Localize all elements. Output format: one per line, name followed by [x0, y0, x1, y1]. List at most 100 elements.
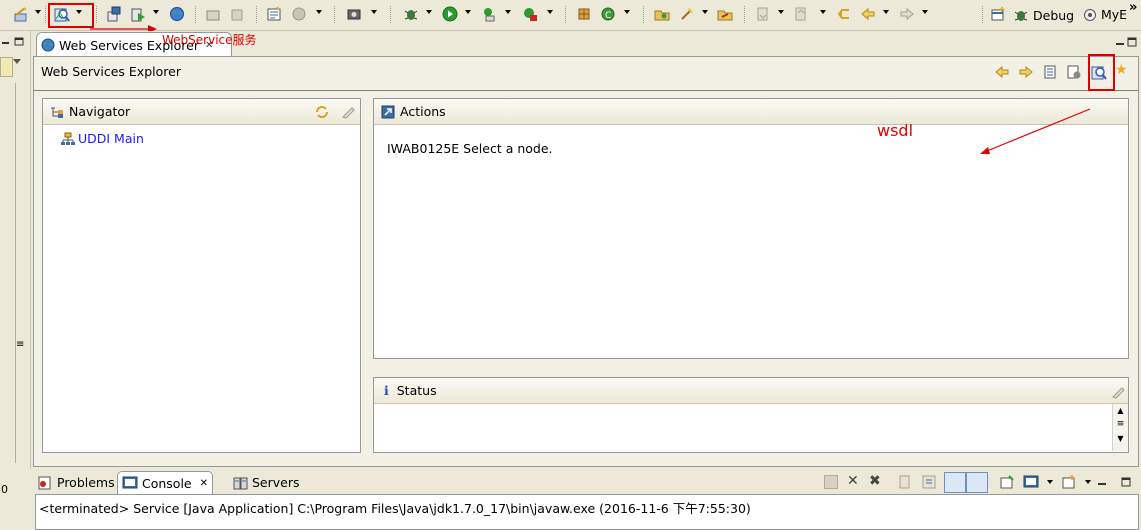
remove-launch-icon[interactable]: ✕	[847, 473, 859, 489]
navigator-icon	[51, 107, 63, 118]
chevron-down-icon[interactable]	[426, 10, 432, 14]
explorer-header: Web Services Explorer ★	[34, 54, 1138, 91]
remove-all-icon[interactable]: ✖	[869, 473, 881, 489]
toolbar-separator	[565, 6, 567, 23]
scroll-thumb[interactable]: ≡	[1113, 417, 1128, 432]
open-type-icon[interactable]	[653, 5, 671, 23]
maximize-icon[interactable]	[1127, 36, 1137, 50]
history-icon[interactable]	[1042, 64, 1058, 83]
close-icon[interactable]: ✕	[200, 478, 208, 489]
chevron-down-icon[interactable]	[1085, 480, 1091, 484]
coverage-icon[interactable]	[480, 5, 498, 23]
package-explorer-icon[interactable]	[0, 57, 13, 77]
forward-icon[interactable]	[898, 5, 916, 23]
perspective-debug-label: Debug	[1033, 7, 1075, 23]
status-scrollbar[interactable]: ▲ ≡ ▼	[1112, 404, 1128, 451]
tab-problems[interactable]: Problems	[37, 472, 115, 493]
console-output[interactable]: <terminated> Service [Java Application] …	[35, 494, 1139, 530]
chevron-down-icon[interactable]	[505, 10, 511, 14]
tree-item-uddi-main[interactable]: UDDI Main	[60, 131, 144, 146]
favorites-icon[interactable]: ★	[1115, 62, 1128, 78]
toolbar-separator	[982, 6, 984, 23]
last-edit-icon[interactable]	[835, 5, 853, 23]
tab-servers[interactable]: Servers	[232, 472, 300, 493]
chevron-down-icon[interactable]	[35, 10, 41, 14]
chevron-down-icon[interactable]	[624, 10, 630, 14]
back-icon[interactable]	[859, 5, 877, 23]
clear-icon[interactable]	[340, 104, 356, 123]
scroll-up-icon[interactable]: ▲	[1113, 404, 1128, 417]
perspective-mye[interactable]: MyE	[1083, 7, 1127, 22]
open-perspective-icon[interactable]	[989, 5, 1007, 23]
open-icon[interactable]	[204, 5, 222, 23]
sash-handle[interactable]: ≡	[16, 339, 24, 350]
open-console-icon[interactable]	[1061, 474, 1077, 493]
toolbar-separator	[45, 6, 47, 23]
toolbar-separator	[744, 6, 746, 23]
camera-icon[interactable]	[345, 5, 363, 23]
word-wrap-toggle[interactable]	[944, 472, 966, 493]
highlight-box	[1088, 54, 1115, 91]
package-icon[interactable]	[575, 5, 593, 23]
toolbar-separator	[195, 6, 197, 23]
chevron-down-icon[interactable]	[778, 10, 784, 14]
forward-icon[interactable]	[1018, 64, 1034, 83]
chevron-down-icon[interactable]	[820, 10, 826, 14]
chevron-down-icon[interactable]	[1047, 480, 1053, 484]
web-services-explorer-page: Web Services Explorer ★ Navigator UDDI M…	[33, 54, 1139, 467]
scroll-down-icon[interactable]: ▼	[1113, 432, 1128, 445]
webservice-annotation: WebService服务	[162, 33, 257, 47]
run-icon[interactable]	[441, 5, 459, 23]
terminate-icon[interactable]	[824, 475, 838, 489]
clear-console-icon[interactable]	[897, 474, 913, 493]
new-project-icon[interactable]	[265, 5, 283, 23]
next-annotation-icon[interactable]	[754, 5, 772, 23]
info-icon: i	[384, 383, 389, 398]
perspective-overflow[interactable]: »	[1129, 0, 1137, 15]
navigator-header: Navigator	[43, 99, 360, 125]
minimize-icon[interactable]	[1115, 36, 1125, 50]
run-server-icon[interactable]	[129, 5, 147, 23]
toolbar-separator	[256, 6, 258, 23]
minimize-icon[interactable]	[1097, 476, 1107, 490]
disabled-globe-icon[interactable]	[290, 5, 308, 23]
refresh-icon[interactable]	[314, 104, 330, 123]
chevron-down-icon[interactable]	[547, 10, 553, 14]
scroll-lock-icon[interactable]	[921, 474, 937, 493]
chevron-down-icon[interactable]	[465, 10, 471, 14]
perspective-debug[interactable]: Debug	[1013, 7, 1074, 23]
pin-console-icon[interactable]	[999, 474, 1015, 493]
chevron-down-icon[interactable]	[883, 10, 889, 14]
new-class-icon[interactable]: C	[599, 5, 617, 23]
maximize-icon[interactable]	[1121, 476, 1131, 490]
external-tools-icon[interactable]	[521, 5, 539, 23]
chevron-down-icon[interactable]	[153, 10, 159, 14]
chevron-down-icon[interactable]	[371, 10, 377, 14]
globe-icon[interactable]	[168, 5, 186, 23]
uddi-page-icon[interactable]	[1066, 64, 1082, 83]
tab-console-label: Console	[142, 475, 192, 491]
mye-perspective-icon	[1084, 8, 1096, 21]
prev-annotation-icon[interactable]	[792, 5, 810, 23]
back-icon[interactable]	[994, 64, 1010, 83]
tab-console[interactable]: Console ✕	[117, 471, 213, 494]
new-wizard-icon[interactable]	[12, 5, 30, 23]
search-folder-icon[interactable]	[716, 5, 734, 23]
chevron-down-icon[interactable]	[13, 59, 21, 64]
deploy-icon[interactable]	[105, 5, 123, 23]
disabled-tool-icon[interactable]	[228, 5, 246, 23]
chevron-down-icon[interactable]	[316, 10, 322, 14]
clear-icon[interactable]	[1110, 384, 1126, 403]
display-console-icon[interactable]	[1023, 474, 1039, 493]
open-task-icon[interactable]	[678, 5, 696, 23]
problems-icon	[38, 476, 51, 489]
uddi-registry-icon	[61, 132, 75, 145]
left-trim-stack: ≡ 0	[0, 31, 31, 496]
minimize-icon[interactable]	[1, 35, 10, 49]
page-title: Web Services Explorer	[41, 64, 181, 79]
chevron-down-icon[interactable]	[922, 10, 928, 14]
chevron-down-icon[interactable]	[702, 10, 708, 14]
debug-icon[interactable]	[402, 5, 420, 23]
maximize-icon[interactable]	[14, 35, 24, 49]
show-console-toggle[interactable]	[966, 472, 988, 493]
